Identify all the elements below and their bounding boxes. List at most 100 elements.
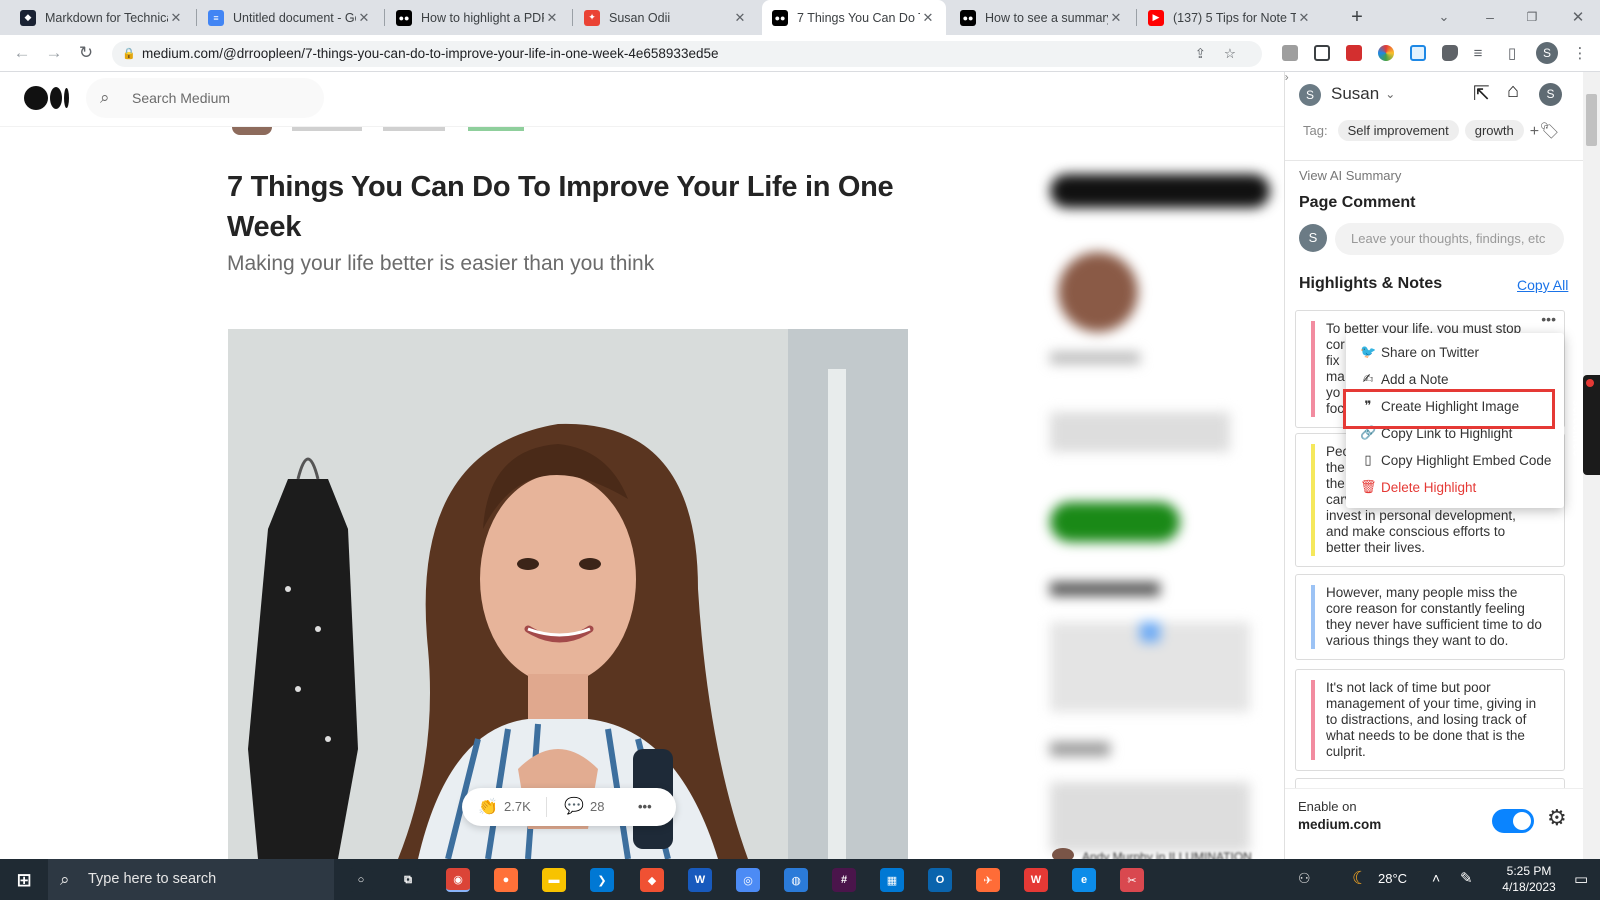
browser-tab[interactable]: ≡ Untitled document - Go ✕ [198,0,382,35]
bookmark-star-icon[interactable]: ☆ [1224,41,1236,67]
related-author-avatar[interactable] [1052,848,1074,859]
browser-toolbar: ← → ↻ 🔒 medium.com/@drroopleen/7-things-… [0,35,1600,72]
menu-item[interactable]: ❞ Create Highlight Image [1360,396,1520,416]
vscode-icon[interactable]: ❯ [590,868,614,892]
copy-all-link[interactable]: Copy All [1517,277,1568,293]
chrome-icon[interactable]: ◉ [446,868,470,892]
clap-icon[interactable]: 👏 [478,797,498,817]
add-tag-icon[interactable]: +🏷 [1530,121,1560,141]
browser-tab[interactable]: ●● 7 Things You Can Do To ✕ [762,0,946,35]
side-panel-icon[interactable]: ▯ [1500,41,1524,65]
engagement-bar: 👏 2.7K 💬 28 ••• [462,788,676,826]
browser-menu-icon[interactable]: ⋮ [1568,41,1592,65]
browser-tab[interactable]: ▶ (137) 5 Tips for Note Ta ✕ [1138,0,1322,35]
screenrec-badge[interactable]: screenrec [1570,375,1600,475]
profile-avatar[interactable]: S [1536,42,1558,64]
extensions-puzzle-icon[interactable] [1442,45,1458,61]
chromium-icon[interactable]: ◎ [736,868,760,892]
menu-item[interactable]: 🐦 Share on Twitter [1360,342,1479,362]
tab-close-icon[interactable]: ✕ [168,10,184,26]
reload-icon[interactable]: ↻ [74,41,98,65]
export-icon[interactable]: ⇱ [1473,81,1490,106]
highlight-card[interactable]: It's not lack of time but poor management… [1295,669,1565,771]
chevron-down-icon: ⌄ [1385,87,1396,101]
tab-close-icon[interactable]: ✕ [1108,10,1124,26]
people-icon[interactable]: ⚇ [1298,870,1311,887]
browser-tab[interactable]: ◆ Markdown for Technica ✕ [10,0,194,35]
medium-icon: ●● [960,9,976,26]
home-icon[interactable]: ⌂ [1507,80,1519,103]
view-ai-summary-link[interactable]: View AI Summary [1299,168,1401,183]
user-dropdown[interactable]: Susan ⌄ [1331,84,1395,104]
menu-item-label: Copy Link to Highlight [1381,425,1513,441]
globe-icon[interactable]: ◍ [784,868,808,892]
weather-moon-icon[interactable]: ☾ [1352,868,1368,889]
extension-copy-icon[interactable] [1282,45,1298,61]
reading-list-icon[interactable]: ≡ [1466,41,1490,65]
browser-tab[interactable]: ●● How to highlight a PDF ✕ [386,0,570,35]
postman-icon[interactable]: ✈ [976,868,1000,892]
comment-icon[interactable]: 💬 [564,796,584,816]
menu-item[interactable]: 🔗 Copy Link to Highlight [1360,423,1512,443]
tag-chip[interactable]: Self improvement [1337,120,1459,141]
tab-close-icon[interactable]: ✕ [1296,10,1312,26]
medium-logo-icon[interactable] [24,86,70,112]
extension-pdf-icon[interactable] [1346,45,1362,61]
restore-icon[interactable]: ❐ [1520,5,1544,29]
file-explorer-icon[interactable]: ▬ [542,868,566,892]
edge-icon[interactable]: e [1072,868,1096,892]
tab-close-icon[interactable]: ✕ [732,10,748,26]
more-options-button[interactable]: ••• [638,799,652,814]
tab-close-icon[interactable]: ✕ [544,10,560,26]
pen-workspace-icon[interactable]: ✎ [1460,869,1473,887]
highlight-text-line: culprit. [1326,744,1366,759]
tab-close-icon[interactable]: ✕ [920,10,936,26]
tab-search-icon[interactable]: ⌄ [1432,5,1456,29]
browser-tab[interactable]: ●● How to see a summary ✕ [950,0,1134,35]
extension-highlighter-icon[interactable] [1410,45,1426,61]
scrollbar-thumb[interactable] [1586,94,1597,146]
tab-close-icon[interactable]: ✕ [356,10,372,26]
snip-icon[interactable]: ✂ [1120,868,1144,892]
account-avatar[interactable]: S [1539,83,1562,106]
highlight-card[interactable]: However, many people miss the core reason… [1295,574,1565,660]
tag-chip[interactable]: growth [1464,120,1524,141]
clock[interactable]: 5:25 PM 4/18/2023 [1490,863,1568,895]
back-icon[interactable]: ← [10,41,34,65]
extension-cube-icon[interactable] [1314,45,1330,61]
windows-start-icon[interactable]: ⊞ [12,868,36,892]
store-icon[interactable]: ▦ [880,868,904,892]
slack-icon[interactable]: # [832,868,856,892]
address-bar[interactable]: 🔒 medium.com/@drroopleen/7-things-you-ca… [112,41,1262,67]
git-icon[interactable]: ◆ [640,868,664,892]
menu-item[interactable]: ▯ Copy Highlight Embed Code [1360,450,1551,470]
extension-color-icon[interactable] [1378,45,1394,61]
lock-icon: 🔒 [122,48,136,60]
highlight-options-icon[interactable]: ••• [1541,311,1556,327]
new-tab-button[interactable]: + [1345,5,1369,29]
medium-search-input[interactable]: ⌕ Search Medium [86,78,324,118]
notification-icon[interactable]: ▭ [1574,870,1588,888]
page-comment-input[interactable]: Leave your thoughts, findings, etc [1335,223,1564,255]
share-page-icon[interactable]: ⇪ [1195,41,1206,67]
browser-tab[interactable]: ✦ Susan Odii ✕ [574,0,758,35]
tray-chevron-icon[interactable]: ˄ [1432,870,1440,886]
close-window-icon[interactable]: ✕ [1566,5,1590,29]
menu-item[interactable]: ✍ Add a Note [1360,369,1449,389]
firefox-icon[interactable]: ● [494,868,518,892]
enable-toggle[interactable] [1492,809,1534,833]
author-avatar[interactable] [232,127,272,135]
settings-gear-icon[interactable]: ⚙ [1547,805,1567,831]
cortana-icon[interactable]: ○ [349,868,373,892]
task-view-icon[interactable]: ⧉ [396,868,420,892]
wps-icon[interactable]: W [1024,868,1048,892]
forward-icon[interactable]: → [42,41,66,65]
word-icon[interactable]: W [688,868,712,892]
taskbar-search-box[interactable]: ⌕ Type here to search [48,859,334,900]
collapse-panel-icon[interactable]: » [1285,72,1289,84]
minimize-icon[interactable]: – [1478,5,1502,29]
outlook-icon[interactable]: O [928,868,952,892]
menu-item[interactable]: 🗑 Delete Highlight [1360,477,1476,497]
temperature[interactable]: 28°C [1378,871,1407,886]
listen-button[interactable] [468,127,524,131]
